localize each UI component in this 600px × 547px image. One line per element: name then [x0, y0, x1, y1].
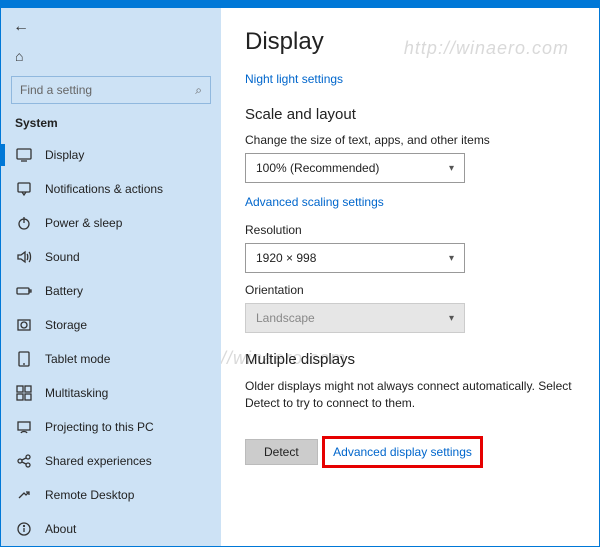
night-light-link[interactable]: Night light settings: [245, 72, 343, 86]
sidebar-item-label: Battery: [45, 284, 83, 298]
battery-icon: [15, 282, 33, 300]
sidebar-item-label: About: [45, 522, 76, 536]
sidebar-item-label: Multitasking: [45, 386, 108, 400]
sidebar-nav: Display Notifications & actions Power & …: [1, 138, 221, 546]
sidebar-item-label: Remote Desktop: [45, 488, 134, 502]
multiple-section-header: Multiple displays: [245, 351, 575, 368]
sidebar-item-power[interactable]: Power & sleep: [1, 206, 221, 240]
scale-section-header: Scale and layout: [245, 106, 575, 123]
sidebar-item-multitasking[interactable]: Multitasking: [1, 376, 221, 410]
sidebar-item-battery[interactable]: Battery: [1, 274, 221, 308]
storage-icon: [15, 316, 33, 334]
sidebar-item-label: Sound: [45, 250, 80, 264]
sidebar-item-about[interactable]: About: [1, 512, 221, 546]
notifications-icon: [15, 180, 33, 198]
power-icon: [15, 214, 33, 232]
advanced-scaling-link[interactable]: Advanced scaling settings: [245, 195, 384, 209]
shared-icon: [15, 452, 33, 470]
multitasking-icon: [15, 384, 33, 402]
sidebar-item-remote[interactable]: Remote Desktop: [1, 478, 221, 512]
settings-window: http://winaero.com winaero http://winaer…: [0, 0, 600, 547]
chevron-down-icon: ▾: [449, 313, 454, 324]
sidebar-item-tablet[interactable]: Tablet mode: [1, 342, 221, 376]
resolution-select[interactable]: 1920 × 998 ▾: [245, 243, 465, 273]
remote-icon: [15, 486, 33, 504]
display-icon: [15, 146, 33, 164]
orientation-value: Landscape: [256, 311, 315, 325]
sidebar-item-projecting[interactable]: Projecting to this PC: [1, 410, 221, 444]
back-button[interactable]: ←: [13, 18, 29, 35]
search-input[interactable]: Find a setting ⌕: [11, 76, 211, 104]
content-area: Display Night light settings Scale and l…: [221, 8, 599, 546]
resolution-label: Resolution: [245, 223, 575, 237]
detect-button[interactable]: Detect: [245, 439, 318, 465]
orientation-select: Landscape ▾: [245, 303, 465, 333]
sidebar-item-label: Notifications & actions: [45, 182, 163, 196]
multiple-description: Older displays might not always connect …: [245, 378, 575, 412]
sidebar-item-label: Power & sleep: [45, 216, 122, 230]
chevron-down-icon: ▾: [449, 163, 454, 174]
sidebar: ← ⌂ Find a setting ⌕ System Display Noti…: [1, 8, 221, 546]
sidebar-item-label: Tablet mode: [45, 352, 110, 366]
sidebar-item-sound[interactable]: Sound: [1, 240, 221, 274]
projecting-icon: [15, 418, 33, 436]
chevron-down-icon: ▾: [449, 253, 454, 264]
tablet-icon: [15, 350, 33, 368]
sidebar-item-label: Display: [45, 148, 84, 162]
sidebar-item-storage[interactable]: Storage: [1, 308, 221, 342]
scale-value: 100% (Recommended): [256, 161, 379, 175]
page-title: Display: [245, 28, 575, 56]
sidebar-item-label: Projecting to this PC: [45, 420, 154, 434]
advanced-display-link[interactable]: Advanced display settings: [333, 445, 472, 459]
sidebar-category: System: [1, 112, 221, 138]
sidebar-item-shared[interactable]: Shared experiences: [1, 444, 221, 478]
home-button[interactable]: ⌂: [1, 40, 221, 72]
search-icon: ⌕: [195, 83, 202, 98]
highlight-annotation: Advanced display settings: [322, 436, 483, 468]
sound-icon: [15, 248, 33, 266]
orientation-label: Orientation: [245, 283, 575, 297]
sidebar-item-label: Storage: [45, 318, 87, 332]
sidebar-item-label: Shared experiences: [45, 454, 152, 468]
search-placeholder: Find a setting: [20, 83, 195, 97]
about-icon: [15, 520, 33, 538]
scale-label: Change the size of text, apps, and other…: [245, 133, 575, 147]
resolution-value: 1920 × 998: [256, 251, 316, 265]
scale-select[interactable]: 100% (Recommended) ▾: [245, 153, 465, 183]
sidebar-item-notifications[interactable]: Notifications & actions: [1, 172, 221, 206]
sidebar-item-display[interactable]: Display: [1, 138, 221, 172]
